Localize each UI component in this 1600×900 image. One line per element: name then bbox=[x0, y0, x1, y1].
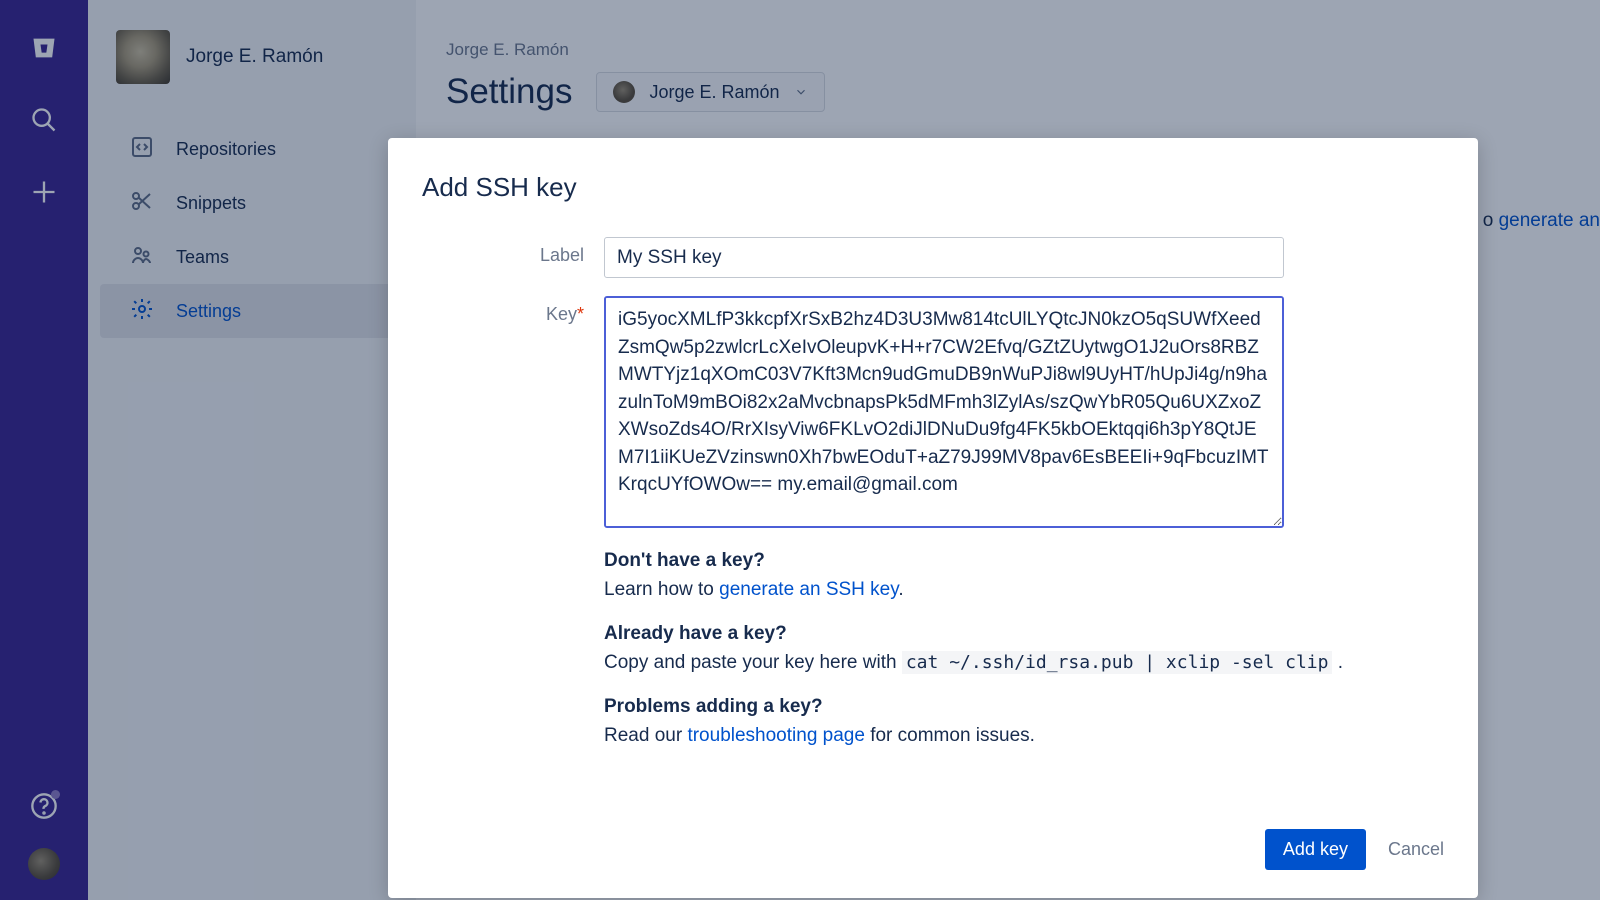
key-textarea[interactable] bbox=[604, 296, 1284, 528]
problems-heading: Problems adding a key? bbox=[604, 692, 1444, 721]
label-field-label: Label bbox=[422, 237, 604, 278]
generate-ssh-key-link[interactable]: generate an SSH key bbox=[719, 579, 898, 600]
copy-command-code: cat ~/.ssh/id_rsa.pub | xclip -sel clip bbox=[902, 651, 1333, 674]
key-field-label: Key* bbox=[422, 296, 604, 528]
no-key-heading: Don't have a key? bbox=[604, 546, 1444, 575]
add-key-button[interactable]: Add key bbox=[1265, 829, 1366, 870]
add-ssh-key-modal: Add SSH key Label Key* Don't have a key?… bbox=[388, 138, 1478, 898]
help-text: Don't have a key? Learn how to generate … bbox=[604, 546, 1444, 751]
modal-title: Add SSH key bbox=[422, 172, 1444, 203]
label-input[interactable] bbox=[604, 237, 1284, 278]
troubleshooting-link[interactable]: troubleshooting page bbox=[687, 725, 864, 746]
have-key-heading: Already have a key? bbox=[604, 619, 1444, 648]
cancel-button[interactable]: Cancel bbox=[1388, 839, 1444, 860]
